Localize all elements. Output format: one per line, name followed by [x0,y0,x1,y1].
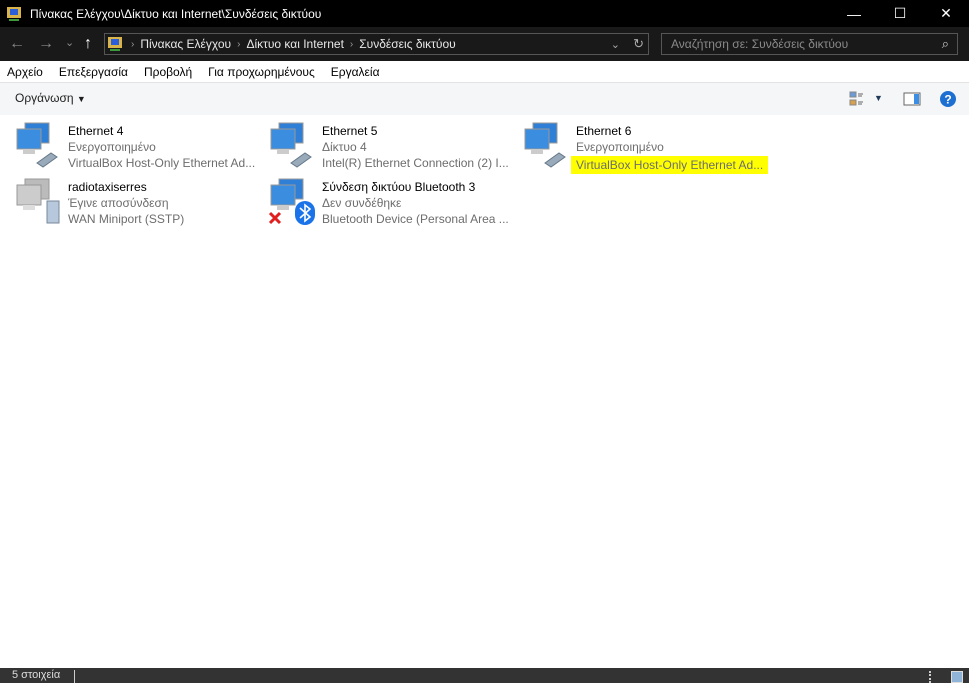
menu-edit[interactable]: Επεξεργασία [59,65,128,79]
network-connections-icon [7,6,21,21]
connection-status: Δίκτυο 4 [322,140,367,154]
bluetooth-connection-icon [269,178,315,225]
status-bar: 5 στοιχεία [0,668,969,683]
large-icons-view-icon[interactable] [951,671,963,683]
wan-connection-icon [16,178,60,224]
connection-status: Ενεργοποιημένο [68,140,156,154]
menu-file[interactable]: Αρχείο [7,65,43,79]
connection-name: radiotaxiserres [68,180,147,194]
details-view-icon[interactable] [929,671,941,683]
maximize-button[interactable]: ☐ [877,0,923,27]
connection-name: Ethernet 6 [576,124,632,138]
back-button[interactable]: ← [9,35,25,53]
connection-item-ethernet-4[interactable]: Ethernet 4 Ενεργοποιημένο VirtualBox Hos… [15,121,265,173]
change-view-icon[interactable] [849,91,865,107]
connection-status: Ενεργοποιημένο [576,140,664,154]
connection-status: Δεν συνδέθηκε [322,196,402,210]
dropdown-arrow-icon: ▼ [76,94,86,104]
close-button[interactable]: ✕ [923,0,969,27]
connection-item-bluetooth-3[interactable]: Σύνδεση δικτύου Bluetooth 3 Δεν συνδέθηκ… [269,177,519,229]
window-title: Πίνακας Ελέγχου\Δίκτυο και Internet\Συνδ… [30,6,322,21]
title-bar: Πίνακας Ελέγχου\Δίκτυο και Internet\Συνδ… [0,0,969,27]
refresh-icon[interactable]: ↻ [633,36,644,52]
menu-tools[interactable]: Εργαλεία [331,65,380,79]
view-options-dropdown-icon[interactable]: ▼ [874,93,883,103]
connection-device: Intel(R) Ethernet Connection (2) I... [322,156,509,170]
connection-device: VirtualBox Host-Only Ethernet Ad... [68,156,256,170]
menu-bar: Αρχείο Επεξεργασία Προβολή Για προχωρημέ… [0,61,969,83]
search-placeholder: Αναζήτηση σε: Συνδέσεις δικτύου [671,37,849,51]
address-bar[interactable]: › Πίνακας Ελέγχου › Δίκτυο και Internet … [104,33,649,55]
command-bar: Οργάνωση ▼ ▼ ? [0,83,969,115]
search-icon[interactable]: ⌕ [942,36,949,52]
connection-name: Ethernet 5 [322,124,378,138]
connection-item-ethernet-5[interactable]: Ethernet 5 Δίκτυο 4 Intel(R) Ethernet Co… [269,121,519,173]
preview-pane-icon[interactable] [903,91,921,107]
connection-device-highlighted: VirtualBox Host-Only Ethernet Ad... [571,156,769,174]
ethernet-connection-icon [16,122,58,168]
up-button[interactable]: ↑ [84,35,92,53]
address-dropdown-icon[interactable]: ⌄ [611,38,620,51]
navigation-bar: ← → ⌄ ↑ › Πίνακας Ελέγχου › Δίκτυο και I… [0,27,969,61]
svg-text:?: ? [944,93,951,107]
connection-item-radiotaxiserres[interactable]: radiotaxiserres Έγινε αποσύνδεση WAN Min… [15,177,265,229]
forward-button[interactable]: → [38,35,54,53]
organize-label: Οργάνωση [15,91,74,105]
breadcrumb-network-internet[interactable]: Δίκτυο και Internet [246,37,343,51]
menu-advanced[interactable]: Για προχωρημένους [208,65,315,79]
help-icon[interactable]: ? [939,90,957,108]
chevron-right-icon: › [237,38,241,50]
ethernet-connection-icon [270,122,312,168]
search-input[interactable]: Αναζήτηση σε: Συνδέσεις δικτύου ⌕ [661,33,958,55]
control-panel-icon [108,37,122,51]
breadcrumb-control-panel[interactable]: Πίνακας Ελέγχου [140,37,231,51]
recent-locations-button[interactable]: ⌄ [65,36,74,49]
ethernet-connection-icon [524,122,566,168]
connection-name: Σύνδεση δικτύου Bluetooth 3 [322,180,476,194]
connection-device: Bluetooth Device (Personal Area ... [322,212,509,226]
minimize-button[interactable]: — [831,0,877,27]
item-count: 5 στοιχεία [12,669,61,681]
chevron-right-icon: › [131,38,135,50]
connection-device: WAN Miniport (SSTP) [68,212,185,226]
connection-item-ethernet-6[interactable]: Ethernet 6 Ενεργοποιημένο VirtualBox Hos… [523,121,773,174]
connection-name: Ethernet 4 [68,124,124,138]
connection-status: Έγινε αποσύνδεση [68,196,169,210]
status-divider [74,670,75,683]
chevron-right-icon: › [349,38,354,50]
menu-view[interactable]: Προβολή [144,65,192,79]
organize-button[interactable]: Οργάνωση ▼ [15,91,86,105]
breadcrumb-network-connections[interactable]: Συνδέσεις δικτύου [359,37,455,51]
